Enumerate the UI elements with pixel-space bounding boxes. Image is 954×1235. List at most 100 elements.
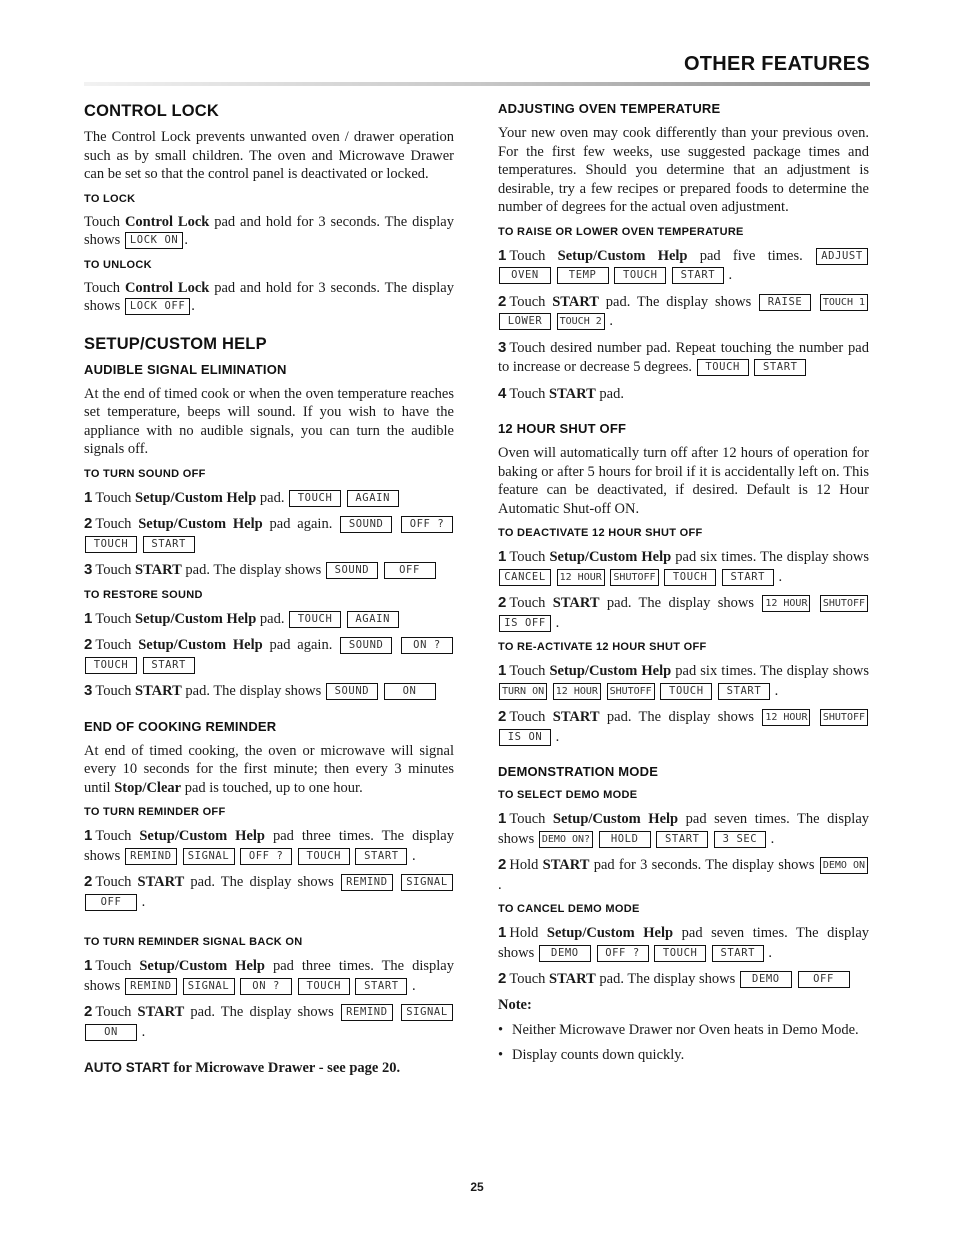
lcd-display: ON [383, 683, 436, 701]
lcd-display: IS ON [499, 728, 551, 746]
lcd-display: HOLD [598, 830, 651, 848]
step-item: 1 Touch Setup/Custom Help pad six times. … [498, 547, 869, 587]
step-text: Touch [95, 489, 135, 506]
step-text: Touch [509, 811, 553, 827]
step-item: 4 Touch START pad. [498, 384, 869, 405]
lcd-display: OFF [85, 893, 137, 911]
lcd-display: REMIND [124, 977, 177, 995]
step-item: 2 Touch START pad. The display shows 12 H… [498, 593, 869, 633]
lcd-display: DEMO ON? [538, 830, 594, 848]
step-text: pad. The display shows [599, 595, 762, 611]
page-title: OTHER FEATURES [683, 53, 870, 75]
lcd-display: CANCEL [499, 568, 551, 586]
lcd-display: DEMO [739, 971, 792, 989]
step-number: 2 [84, 1003, 93, 1020]
step-item: 1 Touch Setup/Custom Help pad. TOUCH AGAI… [84, 488, 454, 509]
notes-list: Neither Microwave Drawer nor Oven heats … [498, 1021, 869, 1064]
step-number: 2 [498, 856, 507, 873]
step-text: pad six times. The display shows [671, 549, 869, 565]
lcd-display: LOCK ON [124, 232, 184, 250]
control-lock-section: CONTROL LOCK The Control Lock prevents u… [84, 100, 454, 316]
step-item: 2 Hold START pad for 3 seconds. The displ… [498, 855, 869, 895]
pad-name: Setup/Custom Help [549, 663, 672, 679]
lcd-display: START [355, 977, 408, 995]
setup-custom-help-section: SETUP/CUSTOM HELP AUDIBLE SIGNAL ELIMINA… [84, 333, 454, 702]
step-item: 2 Touch Setup/Custom Help pad again. SOUN… [84, 514, 454, 554]
procedure-title: TO RE-ACTIVATE 12 HOUR SHUT OFF [498, 641, 707, 653]
lcd-display: START [142, 656, 195, 674]
procedure-title: TO RAISE OR LOWER OVEN TEMPERATURE [498, 225, 744, 238]
lcd-display: START [142, 535, 195, 553]
steps: 1 Touch Setup/Custom Help pad seven times… [498, 809, 869, 895]
lcd-display: TOUCH 2 [556, 313, 605, 331]
pad-name: START [552, 293, 599, 310]
steps: 1 Hold Setup/Custom Help pad seven times.… [498, 923, 869, 990]
step-text: pad. The display shows [595, 971, 739, 987]
pad-name: Setup/Custom Help [138, 637, 263, 653]
pad-name: Setup/Custom Help [139, 958, 265, 974]
step-text: pad for 3 seconds. The display shows [589, 857, 819, 873]
page-number: 25 [470, 1180, 484, 1194]
step-text: Touch [95, 828, 140, 844]
step-number: 2 [498, 708, 507, 725]
pad-name: START [542, 857, 590, 873]
lcd-display: AGAIN [346, 610, 399, 628]
paragraph: At the end of timed cook or when the ove… [84, 385, 454, 458]
step-number: 1 [498, 246, 507, 264]
lcd-display: 12 HOUR [762, 595, 811, 613]
lcd-display: SIGNAL [401, 874, 453, 892]
step-number: 2 [498, 292, 507, 310]
lcd-display: TOUCH [289, 489, 342, 507]
lcd-display: SOUND [340, 516, 393, 534]
pad-name: Setup/Custom Help [546, 925, 674, 941]
procedure-title: TO RESTORE SOUND [84, 588, 203, 601]
pad-name: Setup/Custom Help [557, 247, 688, 264]
lcd-display: TOUCH 1 [819, 293, 869, 311]
step-text: Touch [509, 709, 553, 725]
paragraph: Your new oven may cook differently than … [498, 125, 869, 215]
step-text: Touch [95, 874, 138, 890]
text: pad is touched, up to one hour. [181, 779, 363, 796]
lcd-display: REMIND [340, 1004, 393, 1022]
lcd-display: OFF [383, 562, 436, 580]
steps: 1 Touch Setup/Custom Help pad three times… [84, 826, 454, 912]
step-item: 3 Touch START pad. The display shows SOUN… [84, 681, 454, 702]
step-text: pad. The display shows [598, 293, 759, 310]
step-number: 2 [84, 636, 93, 653]
step-item: 1 Touch Setup/Custom Help pad three times… [84, 956, 454, 996]
pad-name: Stop/Clear [114, 779, 182, 796]
step-item: 2 Touch START pad. The display shows 12 H… [498, 707, 869, 747]
procedure-title: TO TURN REMINDER SIGNAL BACK ON [84, 936, 303, 948]
section-title: SETUP/CUSTOM HELP [84, 334, 267, 353]
lcd-display: TOUCH [664, 568, 717, 586]
note-item: Display counts down quickly. [498, 1046, 869, 1064]
lcd-display: TOUCH [660, 682, 713, 700]
step-text: pad. The display shows [184, 874, 340, 890]
pad-name: Setup/Custom Help [135, 489, 257, 506]
lcd-display: AGAIN [346, 489, 399, 507]
step-text: pad. The display shows [599, 709, 762, 725]
auto-start-reference: AUTO START for Microwave Drawer - see pa… [84, 1058, 454, 1078]
step-text: Touch [509, 595, 553, 611]
step-text: Touch [509, 549, 550, 565]
pad-name: Setup/Custom Help [552, 811, 679, 827]
step-text: . [141, 893, 146, 910]
lcd-display: REMIND [340, 874, 393, 892]
step-text: Touch [95, 958, 140, 974]
lcd-display: SHUTOFF [606, 682, 655, 700]
instruction: Touch Control Lock pad and hold for 3 se… [84, 279, 454, 316]
step-text: Touch [95, 516, 139, 532]
step-text: pad. [256, 610, 289, 627]
step-text: . [412, 977, 416, 994]
procedure-title: TO TURN SOUND OFF [84, 467, 206, 480]
step-text: pad five times. [687, 247, 815, 264]
note-title: Note: [498, 996, 532, 1013]
lcd-display: ON ? [401, 637, 453, 655]
steps: 1 Touch Setup/Custom Help pad. TOUCH AGAI… [84, 609, 454, 702]
lcd-display: SIGNAL [182, 977, 235, 995]
pad-name: Setup/Custom Help [139, 828, 265, 844]
step-text: Touch [509, 971, 549, 987]
step-item: 2 Touch Setup/Custom Help pad again. SOUN… [84, 635, 454, 675]
lcd-display: TURN ON [499, 682, 548, 700]
pad-name: START [549, 971, 596, 987]
